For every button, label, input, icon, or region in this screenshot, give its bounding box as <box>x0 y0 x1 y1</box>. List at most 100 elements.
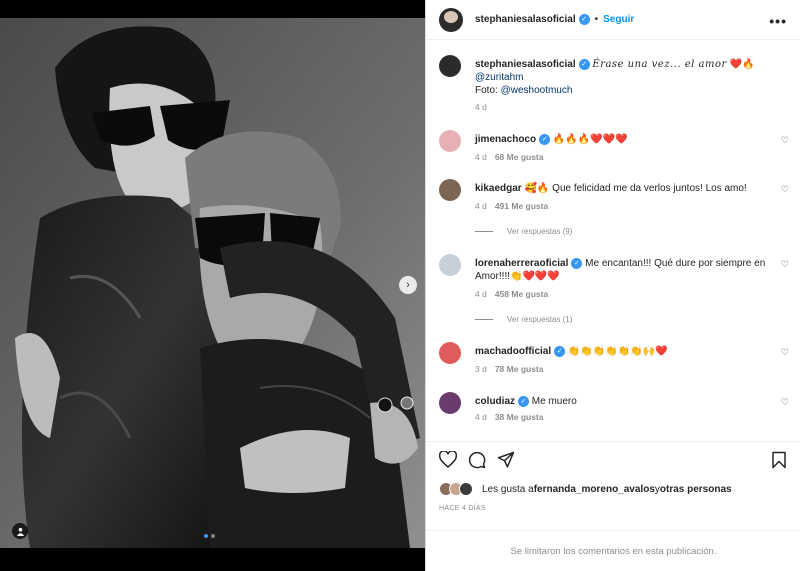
comment-username[interactable]: kikaedgar <box>475 183 522 194</box>
save-button[interactable] <box>771 451 787 472</box>
comment-likes[interactable]: 38 Me gusta <box>495 412 544 422</box>
avatar[interactable] <box>439 392 461 414</box>
comments-disabled-notice: Se limitaron los comentarios en esta pub… <box>426 530 800 557</box>
author-avatar[interactable] <box>439 7 463 32</box>
comment-username[interactable]: coludiaz <box>475 396 515 407</box>
comment-time: 4 d <box>475 152 487 162</box>
caption-time: 4 d <box>475 102 487 112</box>
comment-meta: 3 d 78 Me gusta <box>475 364 543 374</box>
post-side-pane: stephaniesalasoficial ✓ • Seguir ••• ste… <box>425 0 800 571</box>
share-icon <box>497 451 515 468</box>
post-photo-pane: › <box>0 0 425 571</box>
likes-summary: Les gusta a fernanda_moreno_avalos y otr… <box>439 482 732 496</box>
comment-likes[interactable]: 458 Me gusta <box>495 289 548 299</box>
list-item: jimenachoco ✓ 🔥🔥🔥❤️❤️❤️ 4 d 68 Me gusta ♡ <box>439 130 789 170</box>
heart-icon[interactable]: ♡ <box>781 259 789 270</box>
comment-time: 3 d <box>475 364 487 374</box>
view-replies-button[interactable]: Ver respuestas (1) <box>475 315 572 324</box>
user-tag-button[interactable] <box>12 523 28 539</box>
comment-meta: 4 d 458 Me gusta <box>475 289 548 299</box>
comment-body: machadoofficial ✓ 👏👏👏👏👏👏🙌❤️ <box>475 345 775 358</box>
verified-badge-icon: ✓ <box>578 58 590 70</box>
list-item: machadoofficial ✓ 👏👏👏👏👏👏🙌❤️ 3 d 78 Me gust… <box>439 342 789 382</box>
avatar[interactable] <box>439 254 461 276</box>
carousel-dots <box>204 534 215 538</box>
comment-meta: 4 d 68 Me gusta <box>475 152 543 162</box>
heart-icon[interactable]: ♡ <box>781 135 789 146</box>
comment-likes[interactable]: 491 Me gusta <box>495 201 548 211</box>
list-item: lorenaherreraoficial ✓ Me encantan!!! Qué… <box>439 254 789 304</box>
comment-button[interactable] <box>468 451 486 472</box>
bookmark-icon <box>772 451 786 469</box>
other-likers-link[interactable]: otras personas <box>660 484 732 495</box>
replies-divider <box>475 231 493 232</box>
chevron-right-icon: › <box>406 278 410 291</box>
avatar <box>459 482 473 496</box>
comments-list: stephaniesalasoficial ✓ Érase una vez... … <box>426 41 800 441</box>
heart-icon[interactable]: ♡ <box>781 347 789 358</box>
likes-prefix: Les gusta a <box>482 483 534 495</box>
view-replies-button[interactable]: Ver respuestas (9) <box>475 227 572 236</box>
comment-likes[interactable]: 68 Me gusta <box>495 152 544 162</box>
carousel-dot <box>211 534 215 538</box>
comment-body: coludiaz ✓ Me muero <box>475 395 775 408</box>
verified-badge-icon: ✓ <box>539 133 551 145</box>
share-button[interactable] <box>497 451 515 472</box>
comment-time: 4 d <box>475 289 487 299</box>
comment-body: kikaedgar 🥰🔥 Que felicidad me da verlos … <box>475 182 775 195</box>
header-separator: • <box>594 14 599 25</box>
caption-emoji: ❤️🔥 <box>729 59 755 70</box>
avatar[interactable] <box>439 130 461 152</box>
post-photo <box>0 18 425 548</box>
user-tag-icon <box>16 527 24 536</box>
post-actions: Les gusta a fernanda_moreno_avalos y otr… <box>426 441 800 566</box>
comment-body: lorenaherreraoficial ✓ Me encantan!!! Qué… <box>475 257 775 283</box>
caption-photo-mention[interactable]: @weshootmuch <box>501 85 573 96</box>
caption-mention[interactable]: @zuritahm <box>475 72 524 83</box>
post-header: stephaniesalasoficial ✓ • Seguir ••• <box>426 0 800 40</box>
comment-text: Me muero <box>531 396 577 407</box>
follow-button[interactable]: Seguir <box>603 14 634 25</box>
avatar[interactable] <box>439 55 461 77</box>
heart-icon[interactable]: ♡ <box>781 397 789 408</box>
list-item: kikaedgar 🥰🔥 Que felicidad me da verlos … <box>439 179 789 219</box>
more-icon[interactable]: ••• <box>769 13 787 29</box>
comment-text: 👏👏👏👏👏👏🙌❤️ <box>567 346 668 357</box>
comment-username[interactable]: machadoofficial <box>475 346 551 357</box>
verified-badge-icon: ✓ <box>578 14 590 25</box>
caption: stephaniesalasoficial ✓ Érase una vez... … <box>439 55 789 125</box>
verified-badge-icon: ✓ <box>518 395 530 407</box>
comment-username[interactable]: jimenachoco <box>475 134 536 145</box>
post-timestamp: HACE 4 DÍAS <box>439 505 486 512</box>
action-bar <box>438 450 789 472</box>
comment-likes[interactable]: 78 Me gusta <box>495 364 544 374</box>
heart-icon <box>438 450 458 468</box>
liker-avatars[interactable] <box>439 482 473 496</box>
comment-text: 🥰🔥 Que felicidad me da verlos juntos! Lo… <box>524 183 747 194</box>
heart-icon[interactable]: ♡ <box>781 184 789 195</box>
caption-username[interactable]: stephaniesalasoficial <box>475 59 576 70</box>
view-replies-label: Ver respuestas (1) <box>507 315 573 324</box>
next-photo-button[interactable]: › <box>399 276 417 294</box>
photo-letterbox <box>0 0 425 18</box>
comment-username[interactable]: lorenaherreraoficial <box>475 258 568 269</box>
comment-time: 4 d <box>475 412 487 422</box>
comment-meta: 4 d 38 Me gusta <box>475 412 543 422</box>
post-dialog: › stephaniesalasoficial ✓ • Seguir ••• s… <box>0 0 800 571</box>
avatar[interactable] <box>439 342 461 364</box>
caption-photo-label: Foto: <box>475 85 501 96</box>
avatar[interactable] <box>439 179 461 201</box>
comment-time: 4 d <box>475 201 487 211</box>
liker-username[interactable]: fernanda_moreno_avalos <box>534 484 655 495</box>
list-item: coludiaz ✓ Me muero 4 d 38 Me gusta ♡ <box>439 392 789 432</box>
caption-text: Érase una vez... el amor <box>592 59 727 70</box>
replies-divider <box>475 319 493 320</box>
caption-body: stephaniesalasoficial ✓ Érase una vez... … <box>475 58 775 97</box>
carousel-dot-active <box>204 534 208 538</box>
like-button[interactable] <box>438 450 458 471</box>
comment-text: 🔥🔥🔥❤️❤️❤️ <box>552 134 628 145</box>
comment-icon <box>468 451 486 469</box>
author-username[interactable]: stephaniesalasoficial <box>475 14 576 25</box>
comment-meta: 4 d 491 Me gusta <box>475 201 548 211</box>
comment-body: jimenachoco ✓ 🔥🔥🔥❤️❤️❤️ <box>475 133 775 146</box>
